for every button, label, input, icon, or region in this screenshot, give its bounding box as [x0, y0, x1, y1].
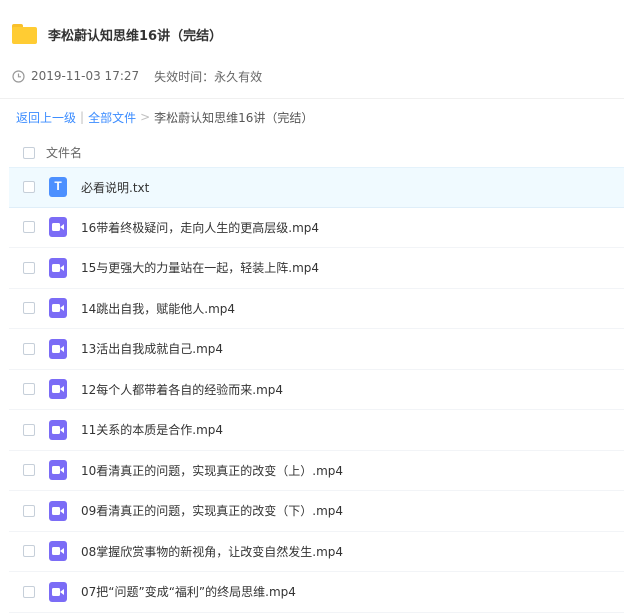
- back-link[interactable]: 返回上一级: [16, 109, 76, 126]
- share-header: 李松蔚认知思维16讲（完结）: [12, 20, 222, 48]
- file-row[interactable]: 14跳出自我，赋能他人.mp4: [9, 289, 624, 329]
- folder-icon: [12, 24, 37, 44]
- file-list: T 必看说明.txt 16带着终极疑问，走向人生的更高层级.mp4 15与更强大…: [9, 167, 624, 613]
- file-name[interactable]: 08掌握欣赏事物的新视角，让改变自然发生.mp4: [81, 543, 343, 560]
- row-checkbox[interactable]: [23, 545, 35, 558]
- file-name[interactable]: 09看清真正的问题，实现真正的改变（下）.mp4: [81, 502, 343, 519]
- txt-file-icon: T: [49, 177, 67, 198]
- breadcrumb-current: 李松蔚认知思维16讲（完结）: [154, 110, 314, 125]
- video-file-icon: [49, 581, 67, 602]
- file-row[interactable]: 09看清真正的问题，实现真正的改变（下）.mp4: [9, 491, 624, 532]
- share-date: 2019-11-03 17:27: [31, 69, 140, 83]
- file-name[interactable]: 必看说明.txt: [81, 179, 149, 196]
- row-checkbox[interactable]: [23, 261, 35, 274]
- file-name[interactable]: 15与更强大的力量站在一起，轻装上阵.mp4: [81, 259, 319, 276]
- file-name[interactable]: 12每个人都带着各自的经验而来.mp4: [81, 381, 283, 398]
- page-title: 李松蔚认知思维16讲（完结）: [48, 28, 223, 44]
- row-checkbox[interactable]: [23, 383, 35, 396]
- row-checkbox[interactable]: [23, 585, 35, 598]
- row-checkbox[interactable]: [23, 504, 35, 517]
- file-name[interactable]: 13活出自我成就自己.mp4: [81, 340, 223, 357]
- file-name[interactable]: 11关系的本质是合作.mp4: [81, 421, 223, 438]
- breadcrumb-arrow: >: [140, 110, 151, 124]
- share-meta: 2019-11-03 17:27 失效时间：永久有效: [12, 67, 262, 85]
- row-checkbox[interactable]: [23, 181, 35, 194]
- file-row[interactable]: 16带着终极疑问，走向人生的更高层级.mp4: [9, 208, 624, 248]
- file-name[interactable]: 10看清真正的问题，实现真正的改变（上）.mp4: [81, 462, 343, 479]
- file-row[interactable]: 08掌握欣赏事物的新视角，让改变自然发生.mp4: [9, 532, 624, 572]
- video-file-icon: [49, 419, 67, 440]
- file-row[interactable]: 07把“问题”变成“福利”的终局思维.mp4: [9, 572, 624, 613]
- video-file-icon: [49, 541, 67, 562]
- file-row[interactable]: 11关系的本质是合作.mp4: [9, 410, 624, 451]
- divider: [0, 98, 624, 99]
- clock-icon: [12, 69, 25, 83]
- video-file-icon: [49, 298, 67, 319]
- video-file-icon: [49, 379, 67, 400]
- breadcrumb-divider: |: [80, 110, 85, 124]
- row-checkbox[interactable]: [23, 221, 35, 234]
- video-file-icon: [49, 500, 67, 521]
- file-row[interactable]: 13活出自我成就自己.mp4: [9, 329, 624, 370]
- file-name[interactable]: 16带着终极疑问，走向人生的更高层级.mp4: [81, 219, 319, 236]
- row-checkbox[interactable]: [23, 423, 35, 436]
- file-row[interactable]: 15与更强大的力量站在一起，轻装上阵.mp4: [9, 248, 624, 289]
- video-file-icon: [49, 460, 67, 481]
- select-all-checkbox[interactable]: [23, 146, 35, 159]
- video-file-icon: [49, 338, 67, 359]
- all-files-link[interactable]: 全部文件: [88, 109, 136, 126]
- video-file-icon: [49, 257, 67, 278]
- row-checkbox[interactable]: [23, 342, 35, 355]
- row-checkbox[interactable]: [23, 302, 35, 315]
- table-header: 文件名: [0, 140, 624, 165]
- file-row[interactable]: T 必看说明.txt: [9, 167, 624, 208]
- video-file-icon: [49, 217, 67, 238]
- file-name[interactable]: 14跳出自我，赋能他人.mp4: [81, 300, 235, 317]
- file-name[interactable]: 07把“问题”变成“福利”的终局思维.mp4: [81, 583, 296, 600]
- file-row[interactable]: 12每个人都带着各自的经验而来.mp4: [9, 370, 624, 410]
- breadcrumb: 返回上一级 | 全部文件 > 李松蔚认知思维16讲（完结）: [16, 108, 313, 126]
- file-row[interactable]: 10看清真正的问题，实现真正的改变（上）.mp4: [9, 451, 624, 491]
- row-checkbox[interactable]: [23, 464, 35, 477]
- column-filename[interactable]: 文件名: [46, 144, 82, 161]
- expiry-text: 失效时间：永久有效: [154, 69, 263, 84]
